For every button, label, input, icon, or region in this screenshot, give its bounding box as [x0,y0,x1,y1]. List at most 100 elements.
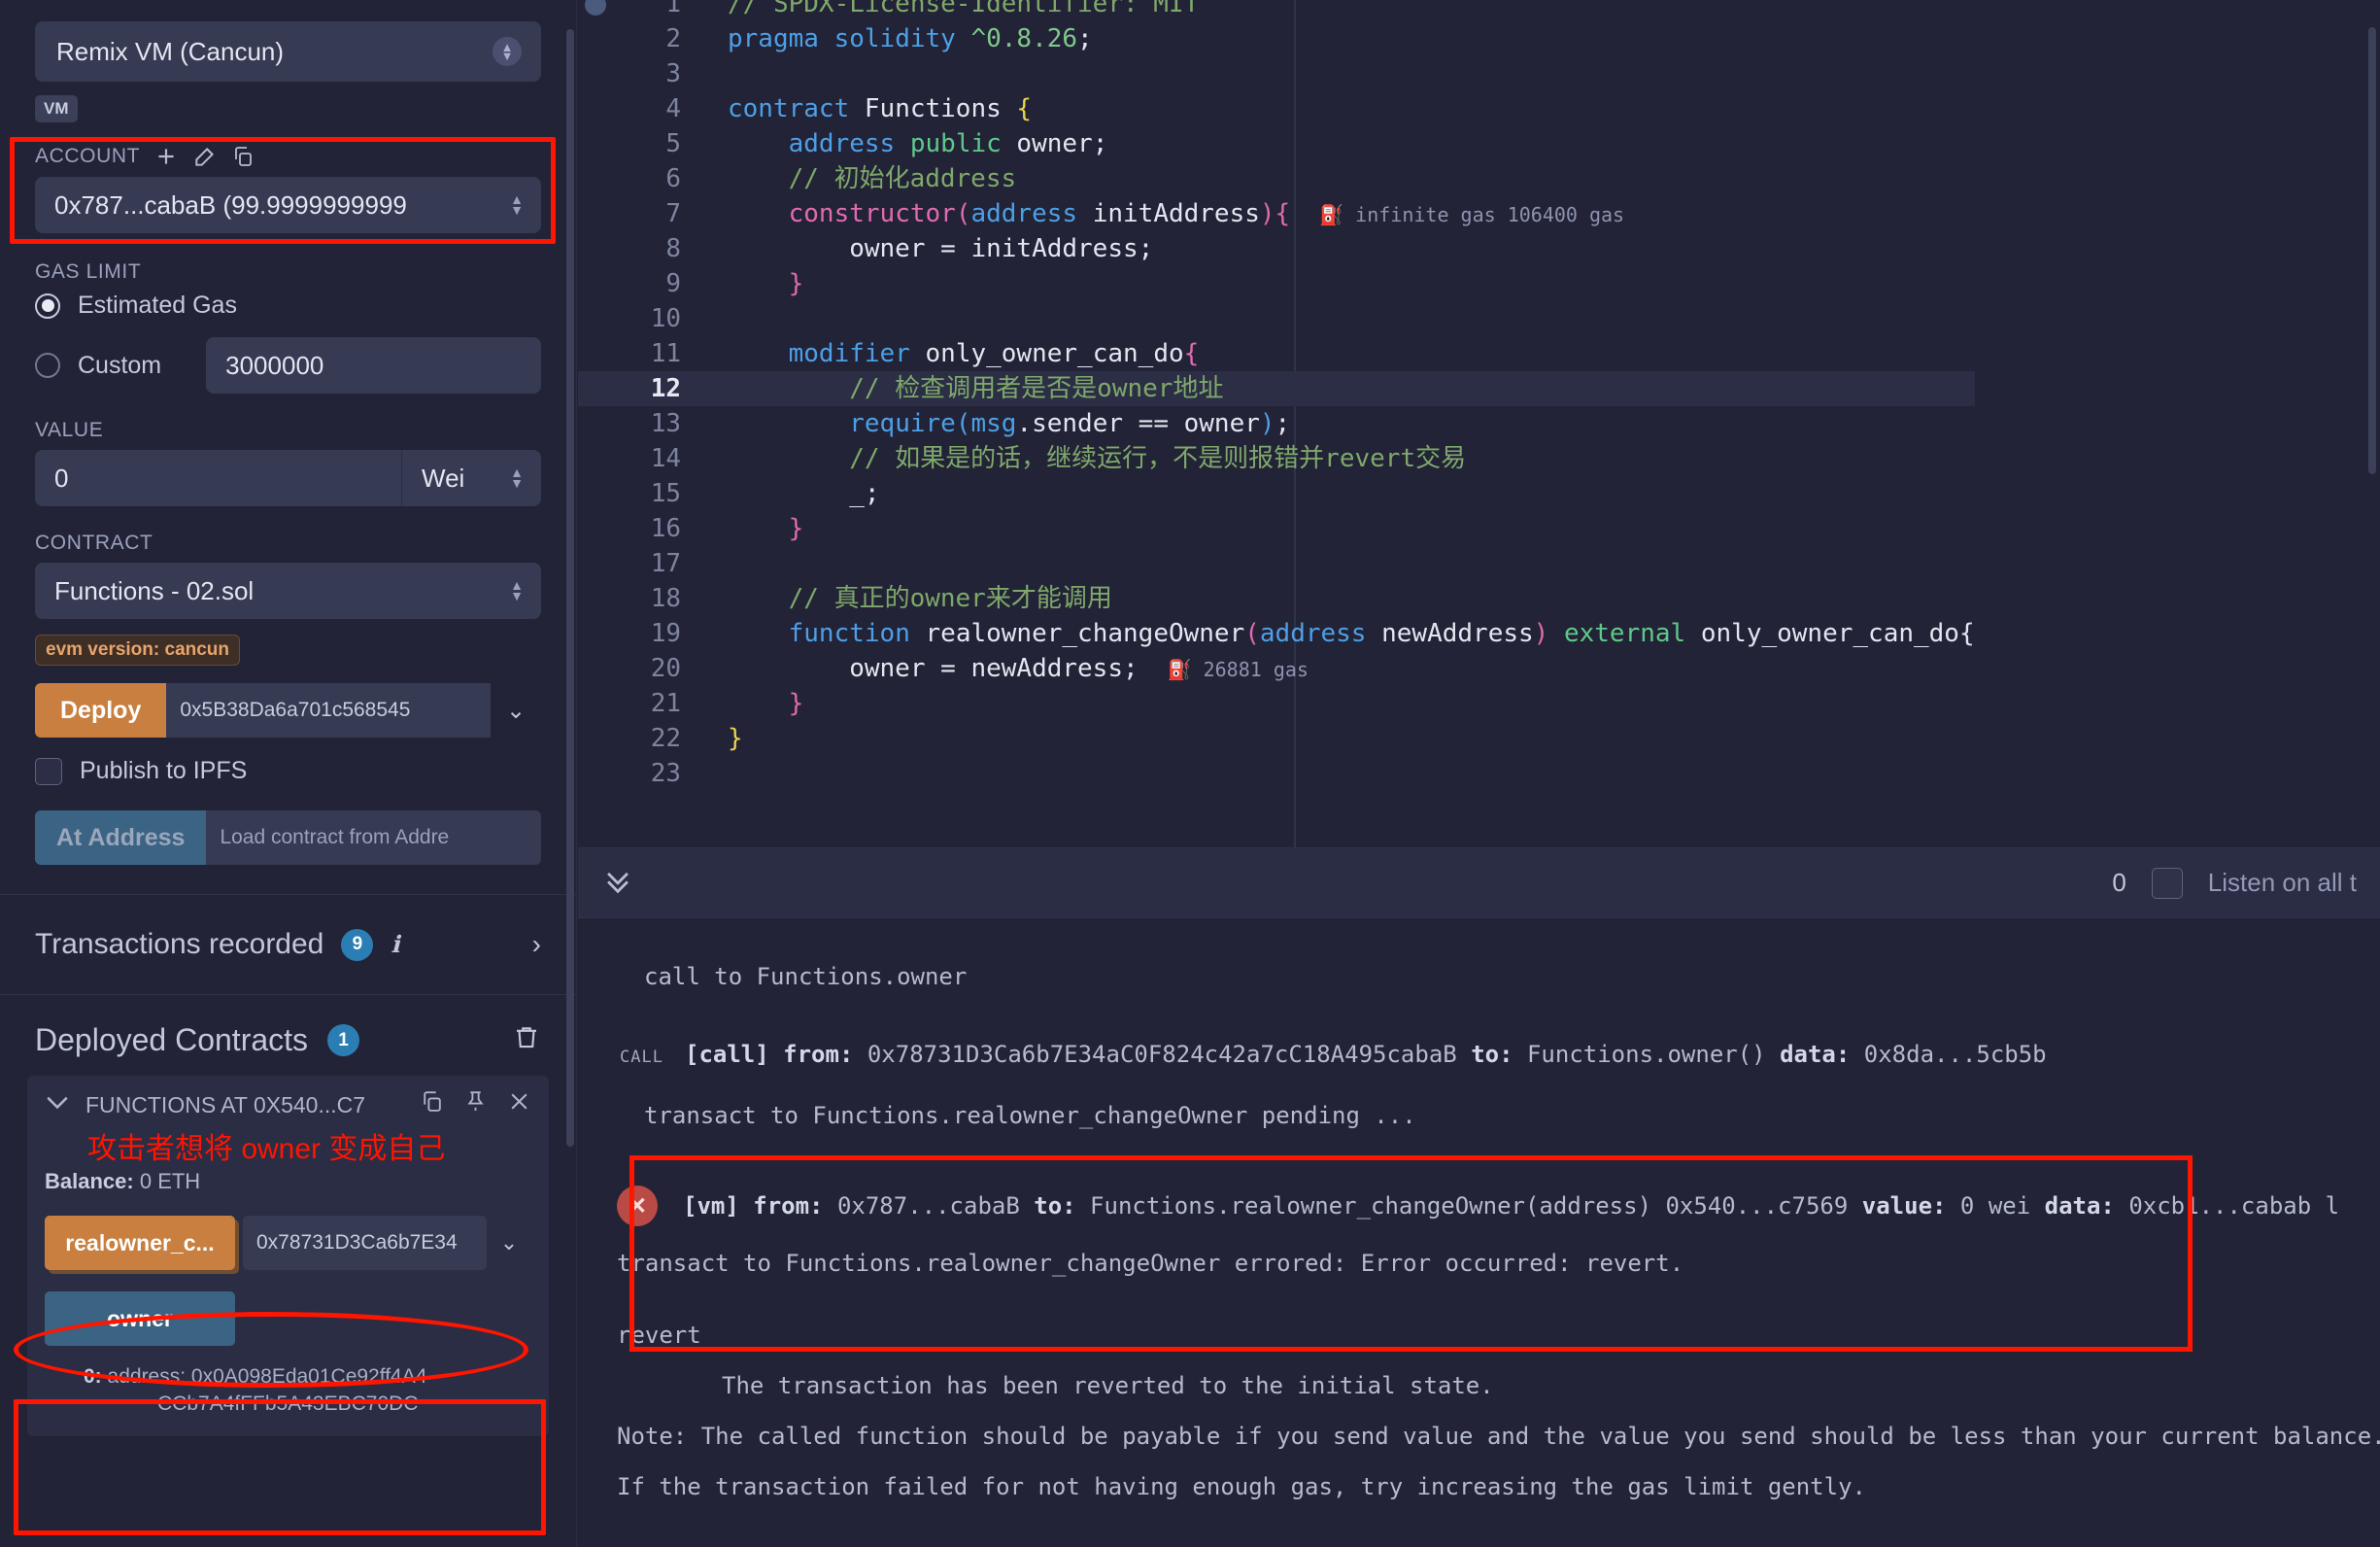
trash-icon[interactable] [512,1022,541,1058]
gas-estimated-row[interactable]: Estimated Gas [35,292,541,320]
close-icon[interactable] [507,1089,531,1120]
code-editor[interactable]: 1// SPDX-License-Identifier: MIT 2 pragma … [578,0,2380,847]
code-line: 21 } [578,686,1975,721]
chevron-updown-icon[interactable]: ▲ ▼ [493,37,522,66]
chevron-updown-icon[interactable]: ▲ ▼ [510,192,524,217]
account-value: 0x787...cabaB (99.9999999999 [54,189,407,220]
terminal-error-errored: transact to Functions.realowner_changeOw… [617,1250,1684,1277]
terminal-error-header[interactable]: ✕ [vm] from: 0x787...cabaB to: Functions… [578,1186,2380,1226]
code-line: 20 owner = newAddress; ⛽ 26881 gas [578,651,1975,686]
code-token: { [1016,94,1033,123]
value-unit-select[interactable]: Wei ▲ ▼ [401,450,541,506]
terminal-error-note: Note: The called function should be paya… [617,1423,2380,1450]
chevron-down-icon[interactable]: ⌄ [491,683,541,738]
contract-select[interactable]: Functions - 02.sol ▲ ▼ [35,563,541,619]
line-number: 13 [650,409,681,438]
log-token: from: [753,1192,837,1220]
code-token: ) [1259,199,1275,228]
chevron-down-icon[interactable]: ⌄ [487,1216,531,1270]
code-token: // SPDX-License-Identifier: MIT [728,0,1200,18]
deploy-button[interactable]: Deploy [35,683,167,738]
code-token: } [788,269,804,298]
estimated-gas-label: Estimated Gas [78,292,237,319]
chevron-double-down-icon[interactable] [601,864,634,902]
code-token: address [1259,619,1367,648]
log-token: data: [2044,1192,2129,1220]
log-token: to: [1471,1041,1527,1068]
code-token: contract [728,94,850,123]
code-line: 2 pragma solidity ^0.8.26; [578,21,1975,56]
line-number: 18 [650,584,681,613]
deploy-constructor-arg-input[interactable]: 0x5B38Da6a701c568545 [166,683,491,738]
line-number: 6 [665,164,681,193]
line-number: 10 [650,304,681,333]
chevron-updown-icon[interactable]: ▲ ▼ [510,578,524,602]
terminal-line: transact to Functions.realowner_changeOw… [644,1102,1416,1129]
code-token: } [728,724,743,753]
environment-select[interactable]: Remix VM (Cancun) ▲ ▼ [35,21,541,82]
publish-ipfs-checkbox[interactable] [35,757,62,785]
chevron-updown-icon[interactable]: ▲ ▼ [510,465,524,490]
editor-scrollbar[interactable] [2368,27,2376,474]
info-icon[interactable]: ℹ [391,931,399,959]
code-line: 12 // 检查调用者是否是owner地址 [578,371,1975,406]
line-number: 22 [650,724,681,753]
code-line: 4 contract Functions { [578,91,1975,126]
at-address-button[interactable]: At Address [35,810,207,865]
chevron-down-icon[interactable] [45,1093,70,1117]
log-token: 0x787...cabaB [836,1192,1035,1220]
vm-badge: VM [35,95,78,122]
annotation-attacker-text: 攻击者想将 owner 变成自己 [87,1133,446,1165]
terminal-line: call to Functions.owner [644,963,968,990]
code-line: 3 [578,56,1975,91]
evm-version-badge: evm version: cancun [35,635,241,666]
chevron-right-icon[interactable]: › [532,929,541,960]
line-number: 8 [665,234,681,263]
code-token: modifier [788,339,910,368]
copy-icon[interactable] [231,145,255,168]
deployed-contract-name: FUNCTIONS AT 0X540...C7 [85,1091,366,1117]
pin-icon[interactable] [463,1089,488,1120]
code-line: 13 require(msg.sender == owner); [578,406,1975,441]
deployed-contracts-count-badge: 1 [327,1024,360,1056]
deployed-contract-title-row[interactable]: FUNCTIONS AT 0X540...C7 [45,1089,531,1120]
left-panel-scrollbar[interactable] [566,29,574,1147]
edit-icon[interactable] [192,144,218,169]
at-address-input[interactable]: Load contract from Addre [206,810,541,865]
log-token: [vm] [683,1192,754,1220]
line-number: 11 [650,339,681,368]
account-select[interactable]: 0x787...cabaB (99.9999999999 ▲ ▼ [35,177,541,233]
code-token: owner = newAddress; [728,654,1139,683]
account-label-text: ACCOUNT [35,145,141,167]
publish-ipfs-row[interactable]: Publish to IPFS [35,757,541,785]
account-section-label: ACCOUNT [35,144,541,169]
owner-button[interactable]: owner [45,1291,235,1346]
value-input[interactable]: 0 [35,450,401,506]
line-number: 21 [650,689,681,718]
listen-all-transactions-checkbox[interactable] [2151,867,2183,899]
terminal-call-line[interactable]: CALL [call] from: 0x78731D3Ca6b7E34aC0F8… [578,1029,2380,1083]
deploy-row: Deploy 0x5B38Da6a701c568545 ⌄ [35,683,541,738]
copy-icon[interactable] [420,1089,444,1120]
line-number: 16 [650,514,681,543]
code-token: only_owner_can_do [909,339,1184,368]
log-token: 0 wei [1959,1192,2045,1220]
radio-estimated-gas[interactable] [35,292,60,319]
realowner-changeowner-button[interactable]: realowner_c... [45,1216,235,1270]
code-token: function [788,619,910,648]
plus-icon[interactable] [153,144,179,169]
code-line: 5 address public owner; [578,126,1975,161]
log-token: from: [783,1041,867,1068]
owner-result: 0: address: 0x0A098Eda01Ce92ff4A4 CCb7A4… [45,1363,531,1419]
code-token: ; [1077,24,1093,53]
value-unit: Wei [422,463,465,493]
radio-custom-gas[interactable] [35,353,60,378]
realowner-changeowner-input[interactable]: 0x78731D3Ca6b7E34 [243,1216,487,1270]
custom-gas-input[interactable]: 3000000 [206,337,541,394]
transactions-recorded-row[interactable]: Transactions recorded 9 ℹ › [0,895,576,994]
code-token: owner; [1001,129,1108,158]
transactions-recorded-label: Transactions recorded [35,928,324,960]
